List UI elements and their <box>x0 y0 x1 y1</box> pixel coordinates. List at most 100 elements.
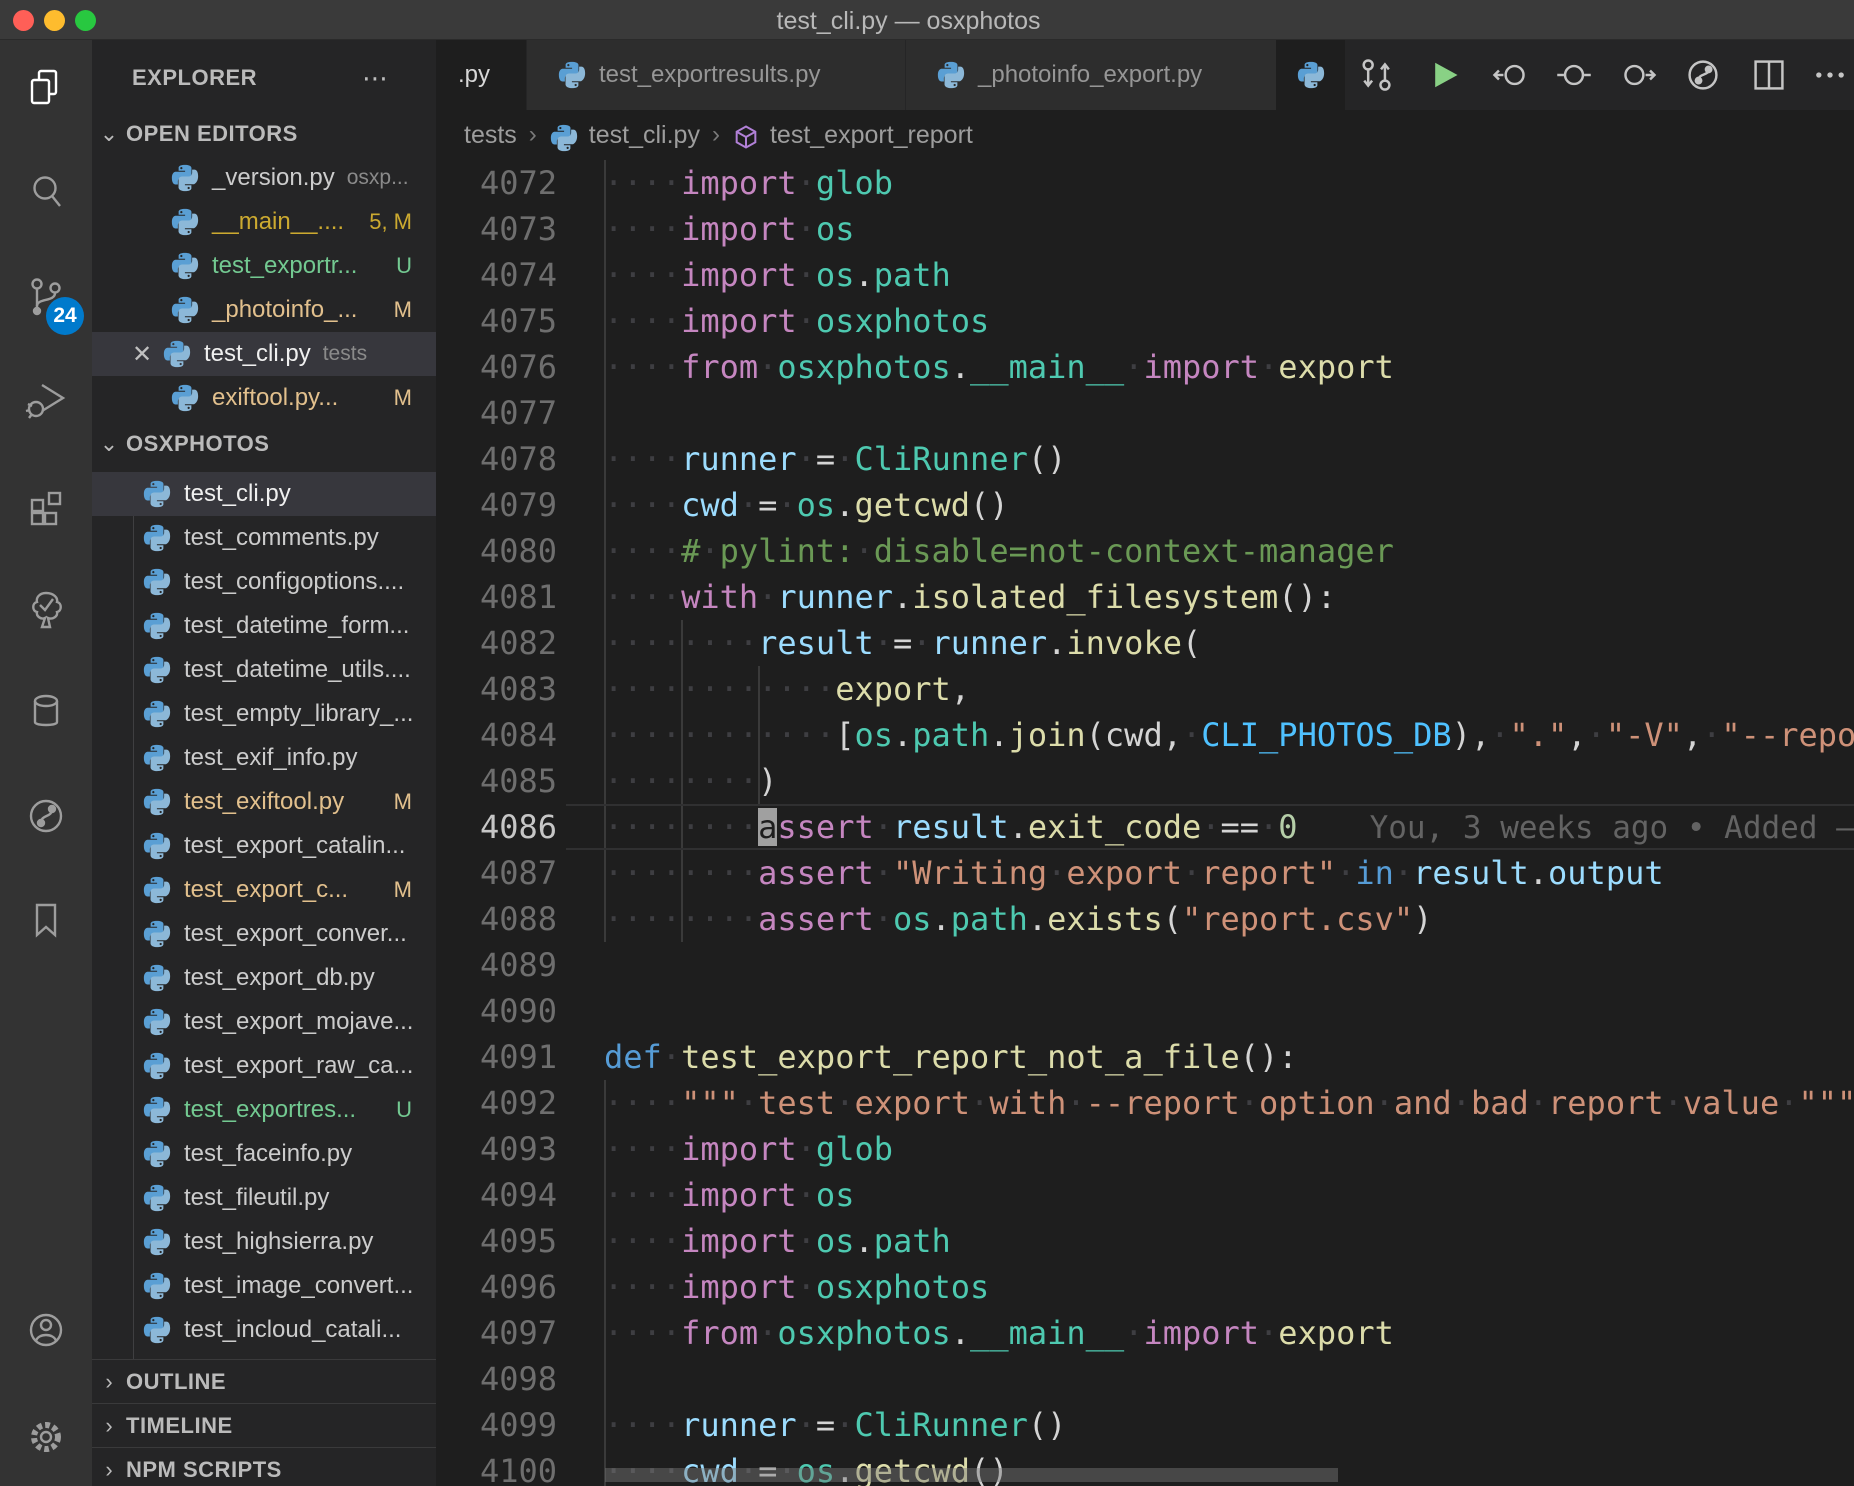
file-item[interactable]: test_export_conver... <box>92 912 436 956</box>
code-line[interactable]: 4072 ····import·glob <box>436 160 1854 206</box>
file-item[interactable]: test_exif_info.py <box>92 736 436 780</box>
bookmarks-icon[interactable] <box>0 876 92 964</box>
file-item[interactable]: test_datetime_form... <box>92 604 436 648</box>
breadcrumb-file[interactable]: test_cli.py <box>589 121 700 150</box>
code-line[interactable]: 4097 ····from·osxphotos.__main__·import·… <box>436 1310 1854 1356</box>
source-control-icon[interactable]: 24 <box>0 253 92 341</box>
database-icon[interactable] <box>0 668 92 756</box>
code-line[interactable]: 4085 ········) <box>436 758 1854 804</box>
code-line[interactable]: 4093 ····import·glob <box>436 1126 1854 1172</box>
sidebar-title: EXPLORER <box>132 65 257 91</box>
code-line[interactable]: 4086 ········assert·result.exit_code·==·… <box>436 804 1854 850</box>
testing-icon[interactable] <box>0 564 92 652</box>
file-item[interactable]: test_export_catalin... <box>92 824 436 868</box>
code-line[interactable]: 4098 <box>436 1356 1854 1402</box>
code-line[interactable]: 4089 <box>436 942 1854 988</box>
more-actions-icon[interactable] <box>1808 53 1852 97</box>
open-editors-section-header[interactable]: ⌄ OPEN EDITORS <box>92 112 436 156</box>
line-number: 4099 <box>436 1402 557 1448</box>
code-line[interactable]: 4095 ····import·os.path <box>436 1218 1854 1264</box>
previous-change-icon[interactable] <box>1487 53 1531 97</box>
run-debug-icon[interactable] <box>0 356 92 444</box>
file-item[interactable]: test_exportres... U <box>92 1088 436 1132</box>
code-line[interactable]: 4079 ····cwd·=·os.getcwd() <box>436 482 1854 528</box>
file-item[interactable]: test_comments.py <box>92 516 436 560</box>
file-item[interactable]: test_export_c... M <box>92 868 436 912</box>
code-line[interactable]: 4075 ····import·osxphotos <box>436 298 1854 344</box>
gitlens-graph-icon[interactable] <box>1681 53 1725 97</box>
open-editor-item[interactable]: _photoinfo_... M <box>92 288 436 332</box>
code-line[interactable]: 4083 ············export, <box>436 666 1854 712</box>
code-line[interactable]: 4077 <box>436 390 1854 436</box>
open-editor-item[interactable]: __main__.... 5, M <box>92 200 436 244</box>
extensions-icon[interactable] <box>0 460 92 548</box>
open-editor-item[interactable]: _version.py osxp... <box>92 156 436 200</box>
code-line[interactable]: 4084 ············[os.path.join(cwd,·CLI_… <box>436 712 1854 758</box>
open-editor-label: _version.py <box>212 164 335 192</box>
code-line[interactable]: 4090 <box>436 988 1854 1034</box>
file-item[interactable]: test_incloud_catali... <box>92 1308 436 1352</box>
code-line-text: ········result·=·runner.invoke( <box>604 620 1201 666</box>
code-line[interactable]: 4094 ····import·os <box>436 1172 1854 1218</box>
close-window-button[interactable] <box>13 10 34 31</box>
code-line-text: ····import·glob <box>604 160 893 206</box>
file-item[interactable]: test_highsierra.py <box>92 1220 436 1264</box>
python-interpreter-button[interactable] <box>1276 40 1345 110</box>
code-line[interactable]: 4078 ····runner·=·CliRunner() <box>436 436 1854 482</box>
horizontal-scrollbar[interactable] <box>605 1468 1338 1482</box>
file-item[interactable]: test_exiftool.py M <box>92 780 436 824</box>
settings-gear-icon[interactable] <box>0 1393 92 1481</box>
maximize-window-button[interactable] <box>75 10 96 31</box>
minimize-window-button[interactable] <box>44 10 65 31</box>
git-status-badge: M <box>394 297 412 323</box>
next-change-icon[interactable] <box>1618 53 1662 97</box>
breadcrumb-symbol[interactable]: test_export_report <box>770 121 973 150</box>
timeline-section-header[interactable]: ›TIMELINE <box>92 1403 436 1447</box>
tab-photoinfo-export[interactable]: _photoinfo_export.py <box>906 40 1283 110</box>
gitlens-icon[interactable] <box>0 772 92 860</box>
close-editor-icon[interactable]: ✕ <box>132 340 162 369</box>
tab-test-cli-partial[interactable]: .py <box>436 40 527 110</box>
code-line[interactable]: 4082 ········result·=·runner.invoke( <box>436 620 1854 666</box>
file-item[interactable]: test_configoptions.... <box>92 560 436 604</box>
open-editor-item[interactable]: exiftool.py... M <box>92 376 436 420</box>
file-item[interactable]: test_empty_library_... <box>92 692 436 736</box>
account-icon[interactable] <box>0 1286 92 1374</box>
file-item[interactable]: test_export_raw_ca... <box>92 1044 436 1088</box>
code-line[interactable]: 4080 ····#·pylint:·disable=not-context-m… <box>436 528 1854 574</box>
run-python-file-icon[interactable] <box>1421 53 1465 97</box>
code-line[interactable]: 4099 ····runner·=·CliRunner() <box>436 1402 1854 1448</box>
file-item[interactable]: test_faceinfo.py <box>92 1132 436 1176</box>
code-line[interactable]: 4092 ····"""·test·export·with·--report·o… <box>436 1080 1854 1126</box>
code-line[interactable]: 4088 ········assert·os.path.exists("repo… <box>436 896 1854 942</box>
open-editor-item[interactable]: test_exportr... U <box>92 244 436 288</box>
current-change-icon[interactable] <box>1552 53 1596 97</box>
line-number: 4076 <box>436 344 557 390</box>
split-editor-icon[interactable] <box>1747 53 1791 97</box>
code-line[interactable]: 4081 ····with·runner.isolated_filesystem… <box>436 574 1854 620</box>
breadcrumb-folder[interactable]: tests <box>464 121 517 150</box>
open-editor-item[interactable]: ✕ test_cli.py tests <box>92 332 436 376</box>
explorer-icon[interactable] <box>0 44 92 132</box>
file-item[interactable]: test_cli.py <box>92 472 436 516</box>
outline-section-header[interactable]: ›OUTLINE <box>92 1359 436 1403</box>
code-line[interactable]: 4096 ····import·osxphotos <box>436 1264 1854 1310</box>
tab-test-exportresults[interactable]: test_exportresults.py <box>527 40 906 110</box>
code-line[interactable]: 4091 def·test_export_report_not_a_file()… <box>436 1034 1854 1080</box>
npm-scripts-section-header[interactable]: ›NPM SCRIPTS <box>92 1447 436 1486</box>
folder-section-header[interactable]: ⌄ OSXPHOTOS <box>92 421 436 467</box>
file-item[interactable]: test_datetime_utils.... <box>92 648 436 692</box>
file-item[interactable]: test_fileutil.py <box>92 1176 436 1220</box>
open-changes-icon[interactable] <box>1354 53 1398 97</box>
code-line[interactable]: 4073 ····import·os <box>436 206 1854 252</box>
code-line[interactable]: 4074 ····import·os.path <box>436 252 1854 298</box>
file-item[interactable]: test_image_convert... <box>92 1264 436 1308</box>
code-line[interactable]: 4076 ····from·osxphotos.__main__·import·… <box>436 344 1854 390</box>
explorer-more-actions-icon[interactable]: ⋯ <box>362 63 388 94</box>
code-line[interactable]: 4087 ········assert·"Writing·export·repo… <box>436 850 1854 896</box>
file-item[interactable]: test_export_mojave... <box>92 1000 436 1044</box>
search-icon[interactable] <box>0 148 92 236</box>
file-item[interactable]: test_export_db.py <box>92 956 436 1000</box>
symbol-function-cube-icon <box>732 123 760 151</box>
code-editor[interactable]: 4072 ····import·glob 4073 ····import·os … <box>436 160 1854 1486</box>
